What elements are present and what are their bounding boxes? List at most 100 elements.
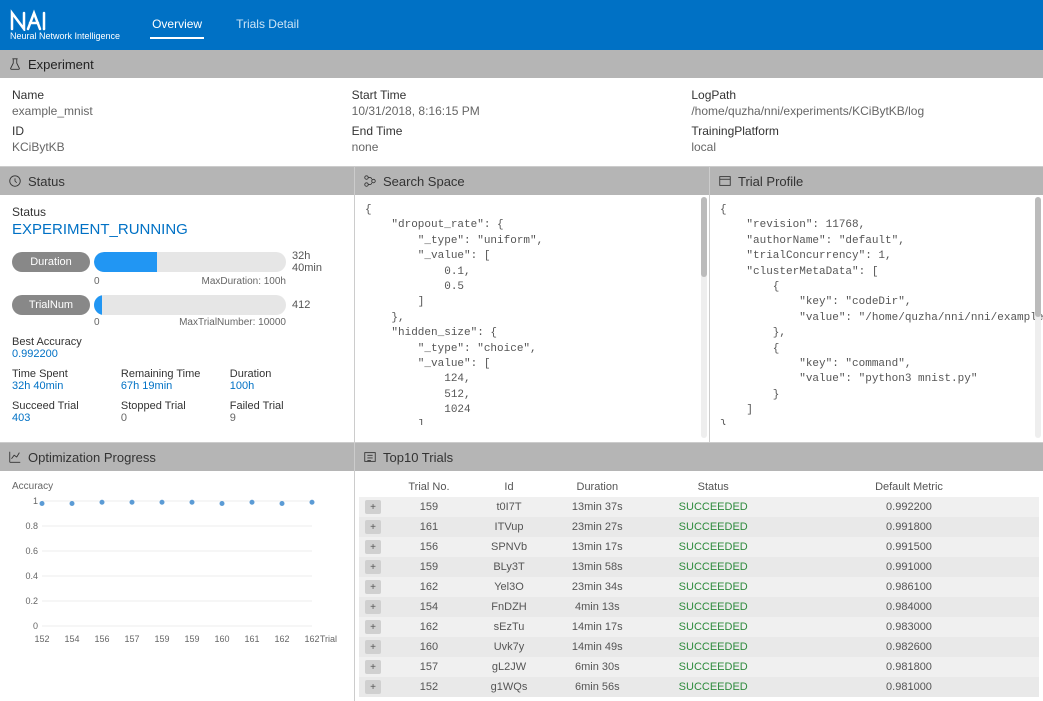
table-row: + 154 FnDZH 4min 13s SUCCEEDED 0.984000 <box>359 597 1039 617</box>
cell-id: sEzTu <box>471 617 547 637</box>
expand-button[interactable]: + <box>365 520 381 534</box>
tab-trials-detail[interactable]: Trials Detail <box>234 11 301 39</box>
expand-button[interactable]: + <box>365 540 381 554</box>
table-row: + 160 Uvk7y 14min 49s SUCCEEDED 0.982600 <box>359 637 1039 657</box>
cell-duration: 6min 56s <box>547 677 647 697</box>
trial-profile-panel: Trial Profile { "revision": 11768, "auth… <box>710 167 1043 442</box>
chart-icon <box>8 450 22 464</box>
brand-text: Neural Network Intelligence <box>10 31 120 41</box>
svg-text:156: 156 <box>94 634 109 644</box>
nav-tabs: Overview Trials Detail <box>150 11 301 39</box>
start-time-value: 10/31/2018, 8:16:15 PM <box>352 104 692 118</box>
chart-ylabel: Accuracy <box>12 481 342 492</box>
svg-text:159: 159 <box>184 634 199 644</box>
trial-profile-scrollbar[interactable] <box>1035 197 1041 438</box>
cell-metric: 0.991800 <box>779 517 1039 537</box>
best-acc-label: Best Accuracy <box>12 336 342 348</box>
cell-trial-no: 152 <box>387 677 471 697</box>
status-panel: Status Status EXPERIMENT_RUNNING Duratio… <box>0 167 355 442</box>
svg-text:162: 162 <box>304 634 319 644</box>
optimization-header: Optimization Progress <box>0 443 354 471</box>
end-time-value: none <box>352 140 692 154</box>
cell-metric: 0.981800 <box>779 657 1039 677</box>
svg-text:157: 157 <box>124 634 139 644</box>
experiment-meta: Name example_mnist ID KCiBytKB Start Tim… <box>0 78 1043 166</box>
cell-id: gL2JW <box>471 657 547 677</box>
trial-profile-content: { "revision": 11768, "authorName": "defa… <box>710 195 1043 425</box>
best-acc-value: 0.992200 <box>12 348 342 360</box>
expand-button[interactable]: + <box>365 640 381 654</box>
cell-metric: 0.991500 <box>779 537 1039 557</box>
expand-button[interactable]: + <box>365 580 381 594</box>
status-header: Status <box>0 167 354 195</box>
brand-logo: Neural Network Intelligence <box>10 9 120 41</box>
status-label: Status <box>12 205 342 219</box>
trialnum-bar-text: 412 <box>286 299 342 311</box>
search-space-scrollbar[interactable] <box>701 197 707 438</box>
trialnum-bar-label: TrialNum <box>12 295 90 315</box>
cell-trial-no: 154 <box>387 597 471 617</box>
table-row: + 156 SPNVb 13min 17s SUCCEEDED 0.991500 <box>359 537 1039 557</box>
table-row: + 157 gL2JW 6min 30s SUCCEEDED 0.981800 <box>359 657 1039 677</box>
expand-button[interactable]: + <box>365 660 381 674</box>
start-time-label: Start Time <box>352 88 692 102</box>
cell-duration: 23min 34s <box>547 577 647 597</box>
top10-header: Top10 Trials <box>355 443 1043 471</box>
optimization-panel: Optimization Progress Accuracy 00.20.40.… <box>0 443 355 701</box>
duration-bar: Duration 32h 40min <box>12 250 342 274</box>
tab-overview[interactable]: Overview <box>150 11 204 39</box>
trialnum-bar-track <box>94 295 286 315</box>
cell-status: SUCCEEDED <box>647 617 779 637</box>
cell-status: SUCCEEDED <box>647 677 779 697</box>
branch-icon <box>363 174 377 188</box>
cell-duration: 13min 17s <box>547 537 647 557</box>
cell-id: FnDZH <box>471 597 547 617</box>
cell-id: Yel3O <box>471 577 547 597</box>
stopped-value: 0 <box>121 412 230 424</box>
expand-button[interactable]: + <box>365 680 381 694</box>
cell-id: ITVup <box>471 517 547 537</box>
cell-id: t0I7T <box>471 497 547 517</box>
table-row: + 162 Yel3O 23min 34s SUCCEEDED 0.986100 <box>359 577 1039 597</box>
cell-trial-no: 157 <box>387 657 471 677</box>
name-label: Name <box>12 88 352 102</box>
cell-duration: 14min 49s <box>547 637 647 657</box>
cell-metric: 0.981000 <box>779 677 1039 697</box>
expand-button[interactable]: + <box>365 560 381 574</box>
table-row: + 159 BLy3T 13min 58s SUCCEEDED 0.991000 <box>359 557 1039 577</box>
svg-text:152: 152 <box>34 634 49 644</box>
duration-bar-text: 32h 40min <box>286 250 342 274</box>
cell-trial-no: 160 <box>387 637 471 657</box>
cell-metric: 0.992200 <box>779 497 1039 517</box>
svg-text:154: 154 <box>64 634 79 644</box>
cell-duration: 4min 13s <box>547 597 647 617</box>
cell-metric: 0.984000 <box>779 597 1039 617</box>
cell-id: g1WQs <box>471 677 547 697</box>
trial-profile-header: Trial Profile <box>710 167 1043 195</box>
status-value: EXPERIMENT_RUNNING <box>12 221 342 238</box>
cell-duration: 13min 58s <box>547 557 647 577</box>
expand-button[interactable]: + <box>365 620 381 634</box>
svg-text:1: 1 <box>33 496 38 506</box>
cell-id: SPNVb <box>471 537 547 557</box>
end-time-label: End Time <box>352 124 692 138</box>
remaining-value: 67h 19min <box>121 380 230 392</box>
table-row: + 162 sEzTu 14min 17s SUCCEEDED 0.983000 <box>359 617 1039 637</box>
expand-button[interactable]: + <box>365 500 381 514</box>
experiment-title: Experiment <box>28 57 94 72</box>
cell-status: SUCCEEDED <box>647 597 779 617</box>
duration-bar-label: Duration <box>12 252 90 272</box>
id-label: ID <box>12 124 352 138</box>
cell-status: SUCCEEDED <box>647 657 779 677</box>
col-status: Status <box>647 477 779 497</box>
expand-button[interactable]: + <box>365 600 381 614</box>
cell-metric: 0.986100 <box>779 577 1039 597</box>
svg-text:0.8: 0.8 <box>25 521 38 531</box>
list-icon <box>363 450 377 464</box>
app-header: Neural Network Intelligence Overview Tri… <box>0 0 1043 50</box>
clock-icon <box>8 174 22 188</box>
name-value: example_mnist <box>12 104 352 118</box>
cell-duration: 23min 27s <box>547 517 647 537</box>
svg-text:161: 161 <box>244 634 259 644</box>
top10-table: Trial No. Id Duration Status Default Met… <box>359 477 1039 697</box>
